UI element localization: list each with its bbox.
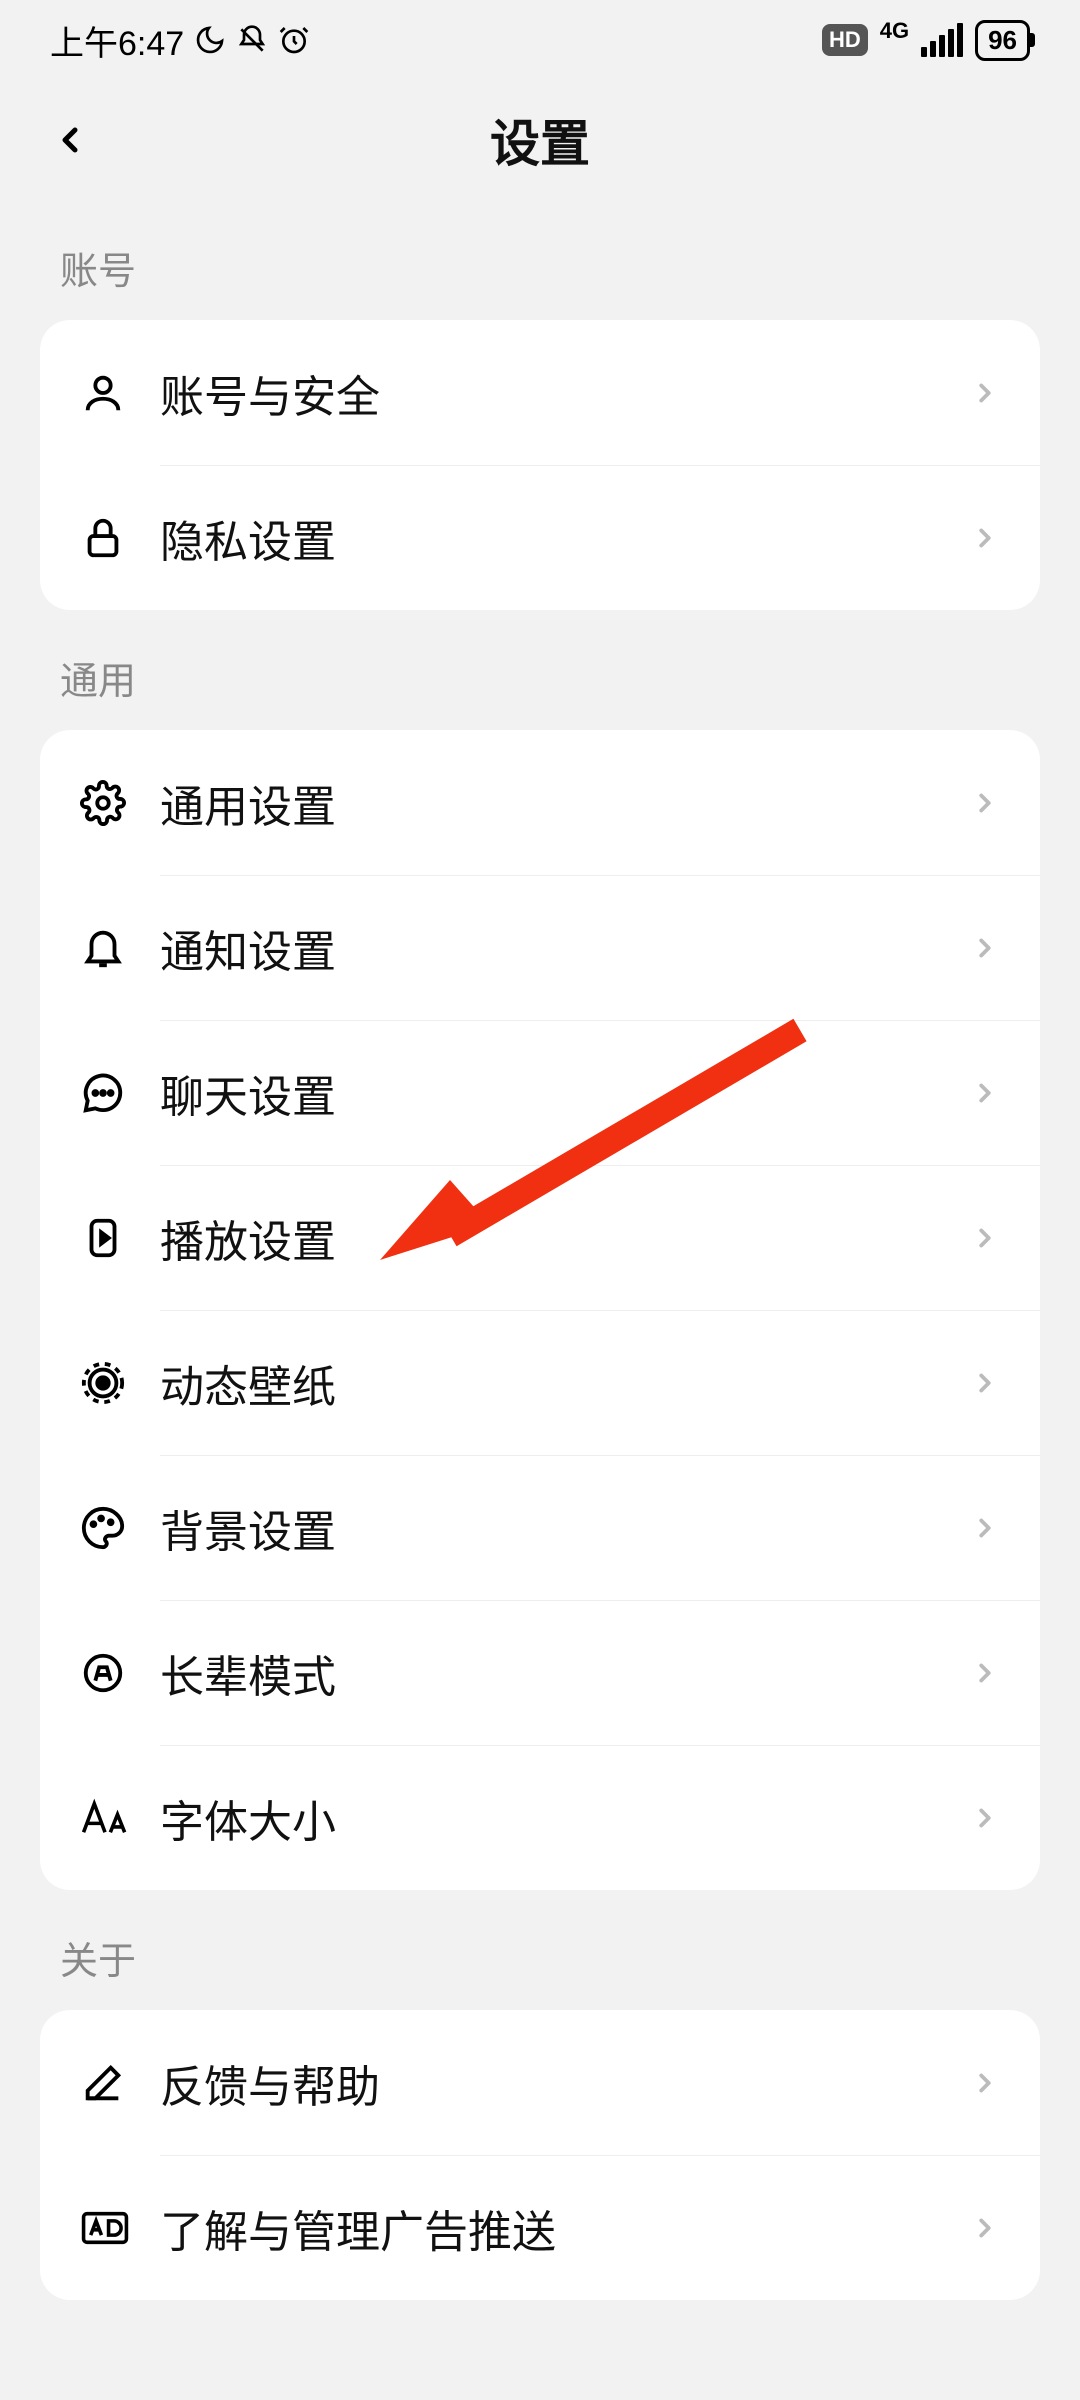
chat-icon (80, 1070, 160, 1116)
palette-icon (80, 1505, 160, 1551)
row-label: 通知设置 (160, 916, 970, 980)
network-label: 4G (880, 18, 909, 44)
status-time: 上午6:47 (50, 16, 184, 65)
lock-icon (80, 515, 160, 561)
row-label: 聊天设置 (160, 1061, 970, 1125)
mute-icon (236, 24, 268, 56)
row-live-wallpaper[interactable]: 动态壁纸 (40, 1310, 1040, 1455)
row-privacy[interactable]: 隐私设置 (40, 465, 1040, 610)
chevron-right-icon (970, 523, 1000, 553)
bell-icon (80, 925, 160, 971)
row-account-security[interactable]: 账号与安全 (40, 320, 1040, 465)
gear-icon (80, 780, 160, 826)
ad-icon (80, 2205, 160, 2251)
row-label: 背景设置 (160, 1496, 970, 1560)
row-general-settings[interactable]: 通用设置 (40, 730, 1040, 875)
row-label: 隐私设置 (160, 506, 970, 570)
section-header-account: 账号 (0, 200, 1080, 320)
row-label: 字体大小 (160, 1786, 970, 1850)
row-label: 通用设置 (160, 771, 970, 835)
row-label: 播放设置 (160, 1206, 970, 1270)
row-font-size[interactable]: 字体大小 (40, 1745, 1040, 1890)
status-left: 上午6:47 (50, 16, 310, 65)
row-playback[interactable]: 播放设置 (40, 1165, 1040, 1310)
chevron-right-icon (970, 378, 1000, 408)
nav-bar: 设置 (0, 80, 1080, 200)
row-background[interactable]: 背景设置 (40, 1455, 1040, 1600)
section-header-general: 通用 (0, 610, 1080, 730)
battery-indicator: 96 (975, 20, 1030, 61)
chevron-right-icon (970, 2068, 1000, 2098)
elder-mode-icon (80, 1650, 160, 1696)
moon-icon (194, 24, 226, 56)
page-title: 设置 (0, 104, 1080, 176)
chevron-right-icon (970, 1368, 1000, 1398)
row-feedback[interactable]: 反馈与帮助 (40, 2010, 1040, 2155)
edit-icon (80, 2060, 160, 2106)
status-right: HD 4G 96 (822, 18, 1030, 62)
chevron-right-icon (970, 1223, 1000, 1253)
chevron-right-icon (970, 1658, 1000, 1688)
row-label: 账号与安全 (160, 361, 970, 425)
hd-badge: HD (822, 24, 868, 56)
status-bar: 上午6:47 HD 4G 96 (0, 0, 1080, 80)
about-card: 反馈与帮助 了解与管理广告推送 (40, 2010, 1040, 2300)
chevron-right-icon (970, 788, 1000, 818)
row-chat[interactable]: 聊天设置 (40, 1020, 1040, 1165)
chevron-right-icon (970, 1078, 1000, 1108)
row-label: 反馈与帮助 (160, 2051, 970, 2115)
live-wallpaper-icon (80, 1360, 160, 1406)
play-device-icon (80, 1215, 160, 1261)
chevron-right-icon (970, 1803, 1000, 1833)
chevron-right-icon (970, 2213, 1000, 2243)
font-size-icon (80, 1795, 160, 1841)
account-card: 账号与安全 隐私设置 (40, 320, 1040, 610)
row-elder-mode[interactable]: 长辈模式 (40, 1600, 1040, 1745)
general-card: 通用设置 通知设置 聊天设置 播放设置 动态壁纸 背景设置 (40, 730, 1040, 1890)
chevron-left-icon (50, 120, 90, 160)
row-notification[interactable]: 通知设置 (40, 875, 1040, 1020)
row-label: 了解与管理广告推送 (160, 2196, 970, 2260)
chevron-right-icon (970, 1513, 1000, 1543)
alarm-icon (278, 24, 310, 56)
row-label: 长辈模式 (160, 1641, 970, 1705)
back-button[interactable] (40, 110, 100, 170)
chevron-right-icon (970, 933, 1000, 963)
row-ad-management[interactable]: 了解与管理广告推送 (40, 2155, 1040, 2300)
signal-icon (921, 23, 963, 57)
user-icon (80, 370, 160, 416)
row-label: 动态壁纸 (160, 1351, 970, 1415)
section-header-about: 关于 (0, 1890, 1080, 2010)
